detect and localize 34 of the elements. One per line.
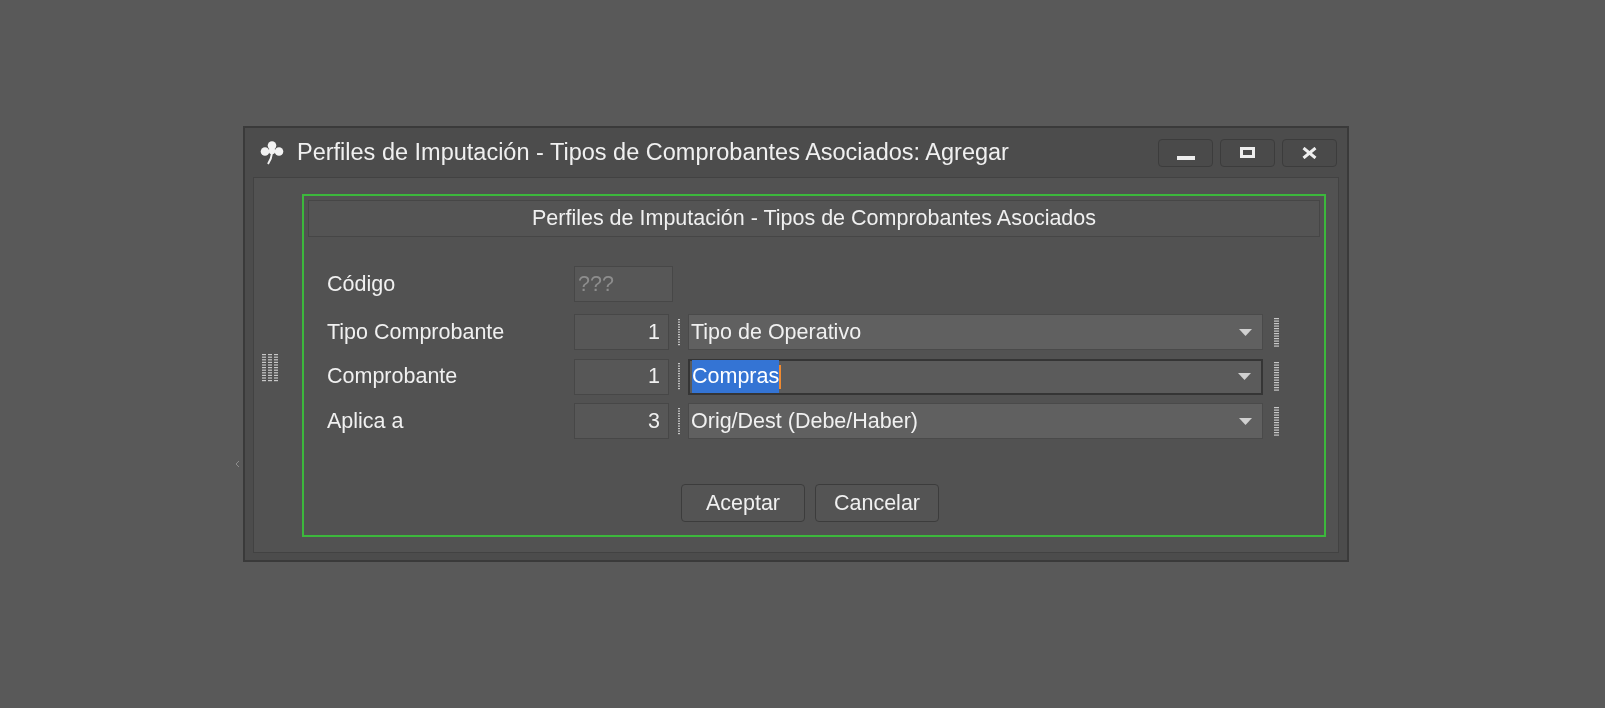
grip-icon: [1274, 406, 1279, 436]
number-field[interactable]: 1: [574, 314, 669, 350]
window-title: Perfiles de Imputación - Tipos de Comprobantes Asociados: Agregar: [297, 137, 1009, 167]
separator-grip-icon: [678, 407, 680, 435]
caret-icon: [1239, 417, 1252, 425]
grip-icon: [262, 353, 278, 382]
caret-icon: [1238, 373, 1251, 380]
close-button[interactable]: [1282, 138, 1337, 167]
maximize-button[interactable]: [1220, 138, 1275, 167]
close-icon: [1302, 146, 1317, 159]
field-label: Aplica a: [327, 407, 405, 435]
grip-icon: [1274, 317, 1279, 347]
panel-title: Perfiles de Imputación - Tipos de Comprobantes Asociados: [308, 200, 1320, 237]
caret-icon: [1239, 328, 1252, 336]
clover-icon: [260, 140, 284, 165]
maximize-icon: [1240, 147, 1255, 158]
separator-grip-icon: [678, 363, 680, 390]
chevron-left-icon: [235, 460, 240, 468]
number-field[interactable]: 3: [574, 403, 669, 439]
separator-grip-icon: [678, 318, 680, 346]
text-cursor-icon: [779, 364, 782, 389]
input-field[interactable]: ???: [574, 266, 673, 302]
field-label: Código: [327, 270, 397, 298]
number-field[interactable]: 1: [574, 358, 669, 395]
minimize-icon: [1176, 155, 1195, 160]
dropdown[interactable]: Tipo de Operativo: [688, 314, 1263, 350]
dropdown[interactable]: Compras: [688, 358, 1263, 395]
field-label: Tipo Comprobante: [327, 318, 506, 346]
dropdown[interactable]: Orig/Dest (Debe/Haber): [688, 403, 1263, 439]
accept-button[interactable]: Aceptar: [681, 484, 805, 522]
grip-icon: [1274, 362, 1279, 391]
cancel-button[interactable]: Cancelar: [815, 484, 939, 522]
field-label: Comprobante: [327, 363, 459, 391]
minimize-button[interactable]: [1158, 138, 1213, 167]
